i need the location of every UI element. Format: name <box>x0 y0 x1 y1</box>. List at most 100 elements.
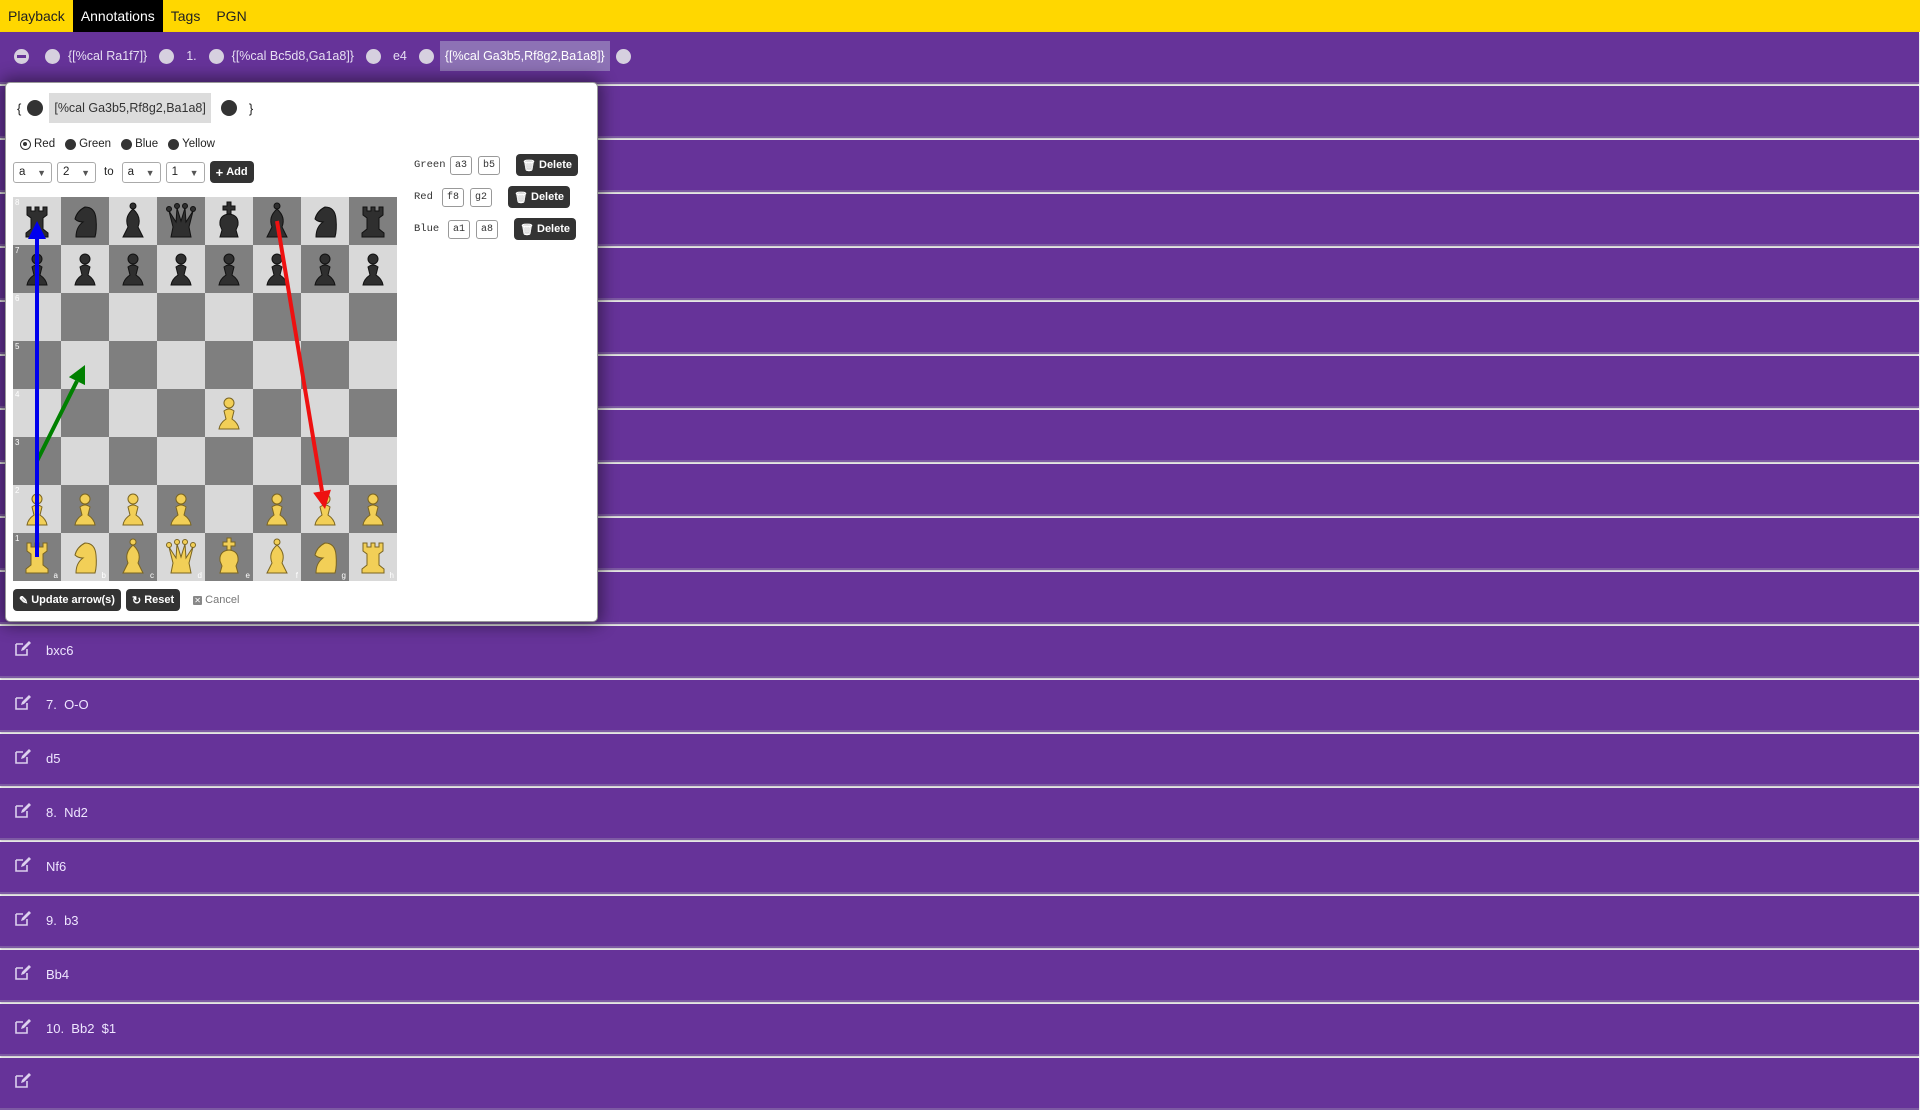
comment-token[interactable]: {[%cal Bc5d8,Ga1a8]} <box>232 49 354 63</box>
board-square-d4[interactable] <box>157 389 205 437</box>
black-pawn-icon[interactable] <box>349 245 397 293</box>
white-rook-icon[interactable] <box>13 533 61 581</box>
board-square-c4[interactable] <box>109 389 157 437</box>
black-queen-icon[interactable] <box>157 197 205 245</box>
board-square-d2[interactable] <box>157 485 205 533</box>
board-square-b1[interactable]: b <box>61 533 109 581</box>
board-square-g1[interactable]: g <box>301 533 349 581</box>
board-square-e1[interactable]: e <box>205 533 253 581</box>
board-square-g8[interactable] <box>301 197 349 245</box>
board-square-f7[interactable] <box>253 245 301 293</box>
board-square-b4[interactable] <box>61 389 109 437</box>
board-square-d1[interactable]: d <box>157 533 205 581</box>
to-rank-select[interactable]: 1 ▼ <box>165 161 205 183</box>
board-square-a5[interactable]: 5 <box>13 341 61 389</box>
board-square-e6[interactable] <box>205 293 253 341</box>
board-square-c8[interactable] <box>109 197 157 245</box>
black-rook-icon[interactable] <box>13 197 61 245</box>
board-square-h2[interactable] <box>349 485 397 533</box>
white-pawn-icon[interactable] <box>301 485 349 533</box>
board-square-h4[interactable] <box>349 389 397 437</box>
board-square-f6[interactable] <box>253 293 301 341</box>
insert-point-icon[interactable] <box>418 48 434 64</box>
white-pawn-icon[interactable] <box>13 485 61 533</box>
black-bishop-icon[interactable] <box>253 197 301 245</box>
board-square-d3[interactable] <box>157 437 205 485</box>
radio-blue[interactable]: Blue <box>121 138 158 150</box>
board-square-a1[interactable]: 1a <box>13 533 61 581</box>
black-pawn-icon[interactable] <box>13 245 61 293</box>
board-square-d7[interactable] <box>157 245 205 293</box>
board-square-g7[interactable] <box>301 245 349 293</box>
white-pawn-icon[interactable] <box>61 485 109 533</box>
radio-red[interactable]: Red <box>20 138 55 150</box>
edit-icon[interactable] <box>14 910 31 927</box>
board-square-g5[interactable] <box>301 341 349 389</box>
board-square-c6[interactable] <box>109 293 157 341</box>
white-pawn-icon[interactable] <box>253 485 301 533</box>
selected-comment-token[interactable]: {[%cal Ga3b5,Rf8g2,Ba1a8]} <box>439 41 610 71</box>
delete-arrow-button[interactable]: 🗑 Delete <box>514 218 577 240</box>
board-square-h1[interactable]: h <box>349 533 397 581</box>
black-pawn-icon[interactable] <box>205 245 253 293</box>
tab-pgn[interactable]: PGN <box>208 0 254 32</box>
board-square-b7[interactable] <box>61 245 109 293</box>
board-square-a8[interactable]: 8 <box>13 197 61 245</box>
board-square-g6[interactable] <box>301 293 349 341</box>
white-knight-icon[interactable] <box>301 533 349 581</box>
edit-icon[interactable] <box>14 802 31 819</box>
board-square-e7[interactable] <box>205 245 253 293</box>
radio-yellow[interactable]: Yellow <box>168 138 215 150</box>
edit-icon[interactable] <box>14 856 31 873</box>
board-square-h5[interactable] <box>349 341 397 389</box>
black-knight-icon[interactable] <box>301 197 349 245</box>
board-square-d6[interactable] <box>157 293 205 341</box>
tab-annotations[interactable]: Annotations <box>72 0 163 32</box>
insert-point-icon[interactable] <box>365 48 381 64</box>
edit-icon[interactable] <box>14 1072 31 1089</box>
insert-point-icon[interactable] <box>27 100 44 116</box>
delete-arrow-button[interactable]: 🗑 Delete <box>508 186 571 208</box>
insert-point-icon[interactable] <box>208 48 224 64</box>
move-token[interactable]: e4 <box>393 49 407 63</box>
edit-icon[interactable] <box>14 694 31 711</box>
insert-point-icon[interactable] <box>45 48 60 64</box>
board-square-a7[interactable]: 7 <box>13 245 61 293</box>
edit-icon[interactable] <box>14 748 31 765</box>
board-square-f4[interactable] <box>253 389 301 437</box>
edit-icon[interactable] <box>14 1018 31 1035</box>
black-rook-icon[interactable] <box>349 197 397 245</box>
board-square-a4[interactable]: 4 <box>13 389 61 437</box>
collapse-icon[interactable] <box>14 48 29 64</box>
board-square-b8[interactable] <box>61 197 109 245</box>
tab-tags[interactable]: Tags <box>163 0 209 32</box>
tab-playback[interactable]: Playback <box>0 0 73 32</box>
board-square-d8[interactable] <box>157 197 205 245</box>
board-square-e8[interactable] <box>205 197 253 245</box>
white-knight-icon[interactable] <box>61 533 109 581</box>
update-arrows-button[interactable]: ✎ Update arrow(s) <box>13 589 121 611</box>
black-pawn-icon[interactable] <box>301 245 349 293</box>
board-square-e5[interactable] <box>205 341 253 389</box>
edit-icon[interactable] <box>14 640 31 657</box>
board-square-b2[interactable] <box>61 485 109 533</box>
white-pawn-icon[interactable] <box>157 485 205 533</box>
black-knight-icon[interactable] <box>61 197 109 245</box>
white-pawn-icon[interactable] <box>205 389 253 437</box>
board-square-g4[interactable] <box>301 389 349 437</box>
black-pawn-icon[interactable] <box>109 245 157 293</box>
board-square-f3[interactable] <box>253 437 301 485</box>
add-arrow-button[interactable]: + Add <box>209 161 254 183</box>
board-square-b6[interactable] <box>61 293 109 341</box>
board-square-c2[interactable] <box>109 485 157 533</box>
board-square-e3[interactable] <box>205 437 253 485</box>
insert-point-icon[interactable] <box>615 48 631 64</box>
black-pawn-icon[interactable] <box>253 245 301 293</box>
white-king-icon[interactable] <box>205 533 253 581</box>
board-square-c3[interactable] <box>109 437 157 485</box>
board-square-f1[interactable]: f <box>253 533 301 581</box>
board-square-c7[interactable] <box>109 245 157 293</box>
board-square-d5[interactable] <box>157 341 205 389</box>
board-square-h3[interactable] <box>349 437 397 485</box>
white-queen-icon[interactable] <box>157 533 205 581</box>
